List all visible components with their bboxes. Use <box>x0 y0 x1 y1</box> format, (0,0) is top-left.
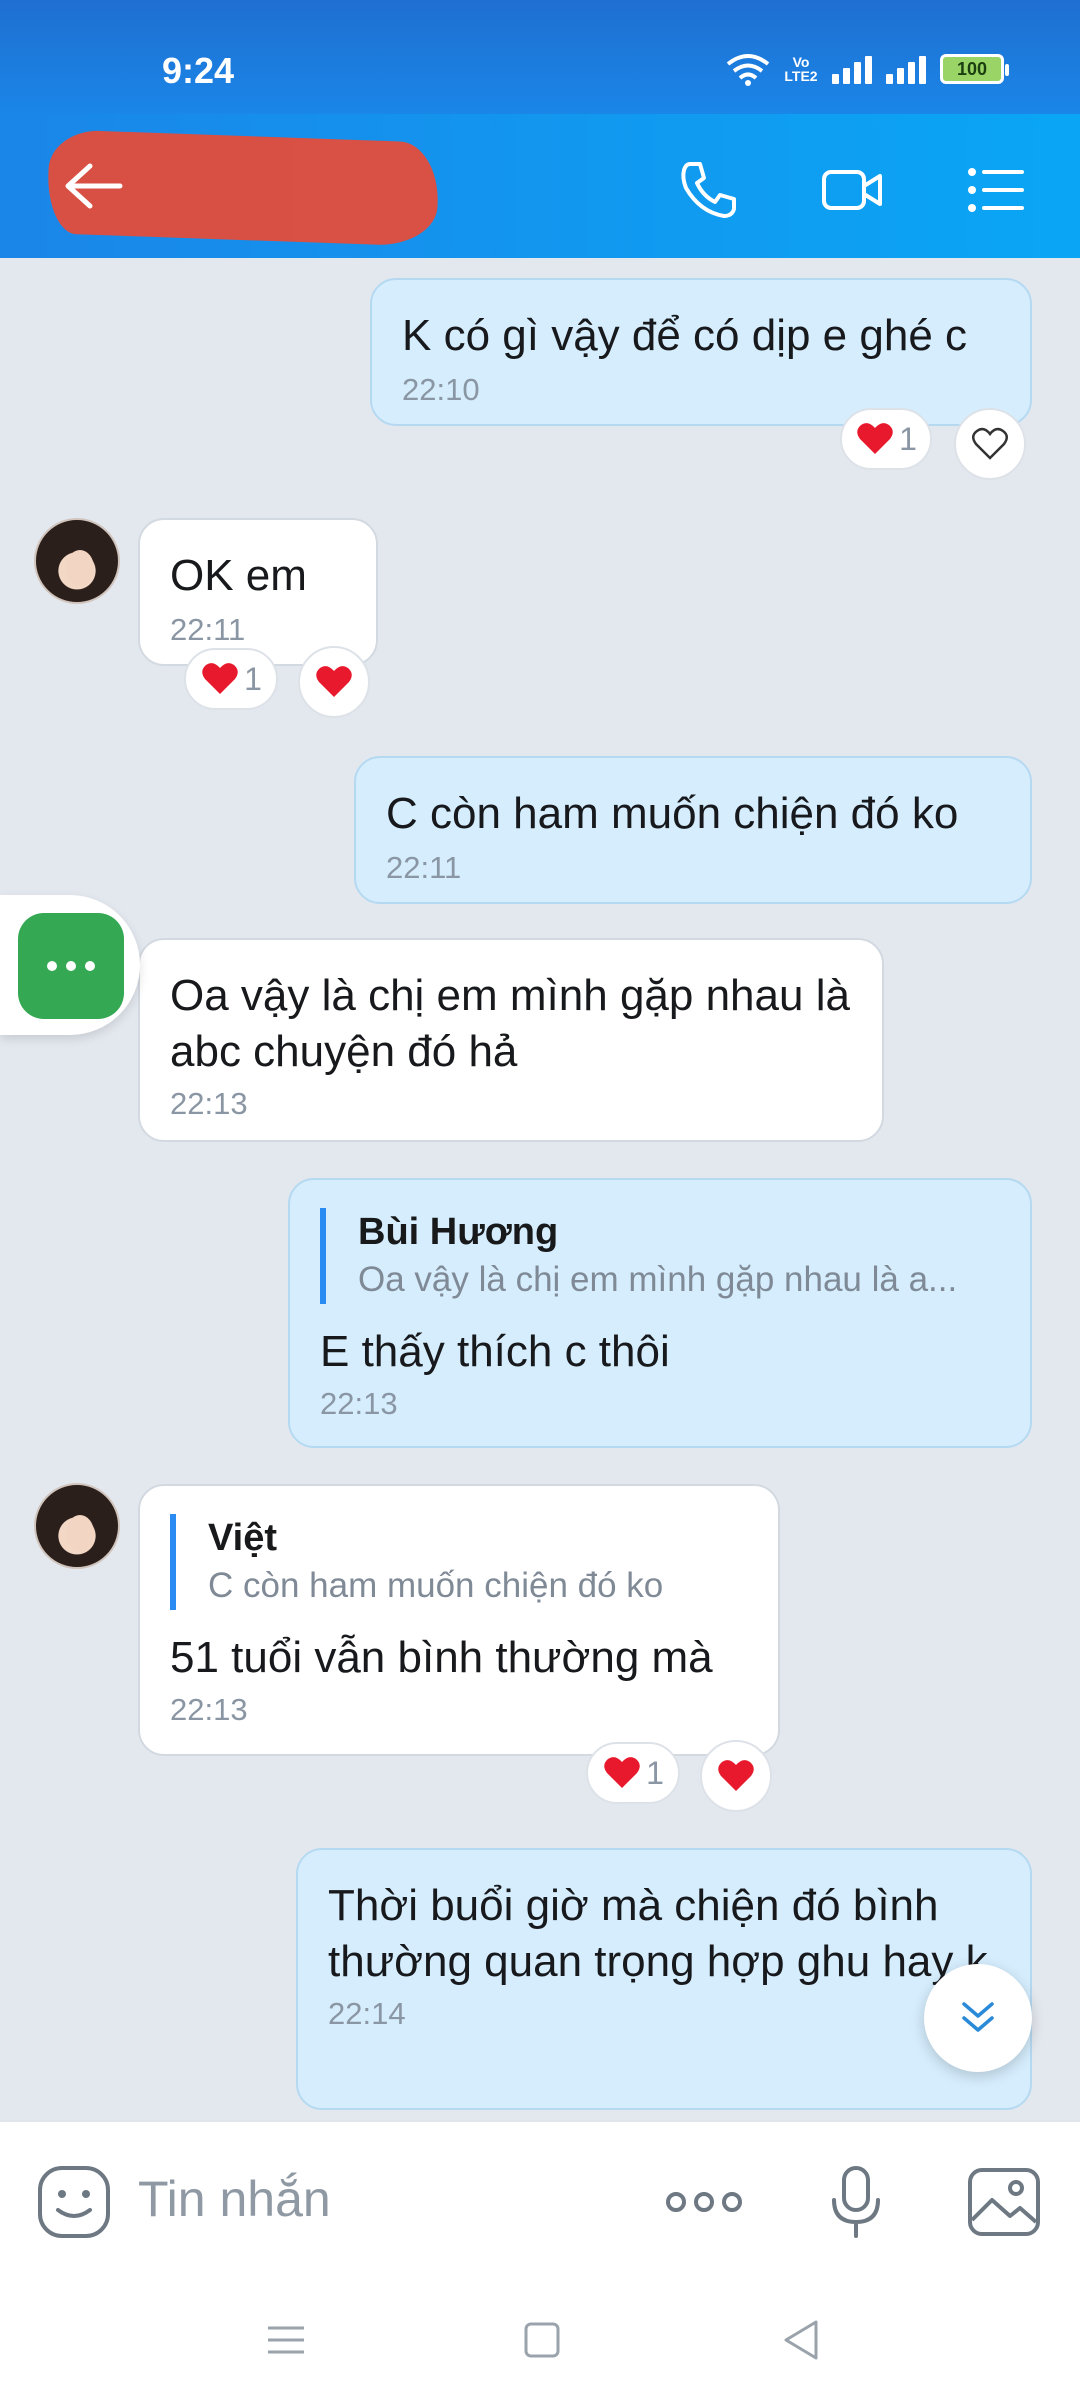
signal-1-icon <box>832 54 872 84</box>
message-text: C còn ham muốn chiện đó ko <box>386 789 959 838</box>
add-reaction-button[interactable] <box>700 1740 772 1812</box>
message-time: 22:13 <box>320 1386 398 1421</box>
outgoing-message[interactable]: Thời buổi giờ mà chiện đó bình thường qu… <box>296 1848 1032 2110</box>
reaction-count-badge[interactable]: 1 <box>586 1742 680 1804</box>
message-time: 22:11 <box>170 612 246 647</box>
system-navigation-bar <box>0 2280 1080 2400</box>
outgoing-message[interactable]: K có gì vậy để có dịp e ghé c 22:10 <box>370 278 1032 426</box>
heart-icon <box>604 1757 640 1788</box>
nav-recents-icon[interactable] <box>260 2314 312 2366</box>
menu-list-icon[interactable] <box>964 158 1028 222</box>
reaction-count: 1 <box>244 660 262 697</box>
wifi-icon <box>726 54 770 86</box>
message-time: 22:10 <box>402 372 480 407</box>
heart-icon <box>202 663 238 694</box>
message-text: K có gì vậy để có dịp e ghé c <box>402 311 968 360</box>
reaction-count-badge[interactable]: 1 <box>840 408 932 470</box>
back-arrow-icon[interactable] <box>60 154 130 218</box>
message-text: OK em <box>170 551 307 600</box>
message-time: 22:13 <box>170 1692 248 1727</box>
heart-outline-icon <box>972 427 1008 460</box>
microphone-icon[interactable] <box>818 2164 894 2240</box>
incoming-message[interactable]: Oa vậy là chị em mình gặp nhau là abc ch… <box>138 938 884 1142</box>
phone-icon[interactable] <box>676 158 740 222</box>
message-input[interactable]: Tin nhắn <box>138 2170 331 2228</box>
status-bar: 9:24 Vo LTE2 100 <box>0 0 1080 114</box>
quick-actions-button[interactable] <box>0 895 140 1035</box>
outgoing-reply-message[interactable]: Bùi Hương Oa vậy là chị em mình gặp nhau… <box>288 1178 1032 1448</box>
quoted-text: C còn ham muốn chiện đó ko <box>208 1566 664 1605</box>
reaction-count: 1 <box>646 1754 664 1791</box>
reaction-count: 1 <box>899 420 917 457</box>
nav-home-icon[interactable] <box>516 2314 568 2366</box>
message-text: E thấy thích c thôi <box>320 1327 670 1376</box>
reaction-count-badge[interactable]: 1 <box>184 648 278 710</box>
message-text: Oa vậy là chị em mình gặp nhau là abc ch… <box>170 971 850 1076</box>
scroll-down-icon <box>962 2002 994 2032</box>
message-time: 22:13 <box>170 1086 248 1121</box>
message-list[interactable]: K có gì vậy để có dịp e ghé c 22:10 1 OK… <box>0 258 1080 2120</box>
message-text: Thời buổi giờ mà chiện đó bình thường qu… <box>328 1881 988 1986</box>
image-icon[interactable] <box>966 2164 1042 2240</box>
scroll-down-button[interactable] <box>924 1964 1032 2072</box>
add-reaction-button[interactable] <box>298 646 370 718</box>
video-call-icon[interactable] <box>820 158 884 222</box>
outgoing-message[interactable]: C còn ham muốn chiện đó ko 22:11 <box>354 756 1032 904</box>
quoted-message[interactable]: Bùi Hương Oa vậy là chị em mình gặp nhau… <box>320 1208 1000 1304</box>
signal-2-icon <box>886 54 926 84</box>
more-options-icon[interactable] <box>664 2164 744 2240</box>
status-time: 9:24 <box>162 50 235 91</box>
contact-avatar[interactable] <box>34 1483 120 1569</box>
heart-icon <box>718 1760 754 1791</box>
battery-icon: 100 <box>940 54 1009 84</box>
nav-back-icon[interactable] <box>776 2314 828 2366</box>
message-composer: Tin nhắn <box>0 2120 1080 2280</box>
quoted-sender: Việt <box>208 1517 278 1559</box>
status-icons: Vo LTE2 100 <box>726 52 1009 86</box>
contact-avatar[interactable] <box>34 518 120 604</box>
message-text: 51 tuổi vẫn bình thường mà <box>170 1633 713 1682</box>
more-dots-icon <box>18 913 124 1019</box>
incoming-message[interactable]: OK em 22:11 <box>138 518 378 666</box>
incoming-reply-message[interactable]: Việt C còn ham muốn chiện đó ko 51 tuổi … <box>138 1484 780 1756</box>
chat-header <box>0 114 1080 258</box>
heart-icon <box>857 423 893 454</box>
sticker-icon[interactable] <box>36 2164 112 2240</box>
volte-label: Vo LTE2 <box>784 54 818 84</box>
add-reaction-button[interactable] <box>954 408 1026 480</box>
message-time: 22:11 <box>386 850 462 885</box>
message-time: 22:14 <box>328 1996 406 2031</box>
quoted-sender: Bùi Hương <box>358 1211 559 1253</box>
heart-icon <box>316 666 352 697</box>
quoted-message[interactable]: Việt C còn ham muốn chiện đó ko <box>170 1514 748 1610</box>
quoted-text: Oa vậy là chị em mình gặp nhau là a... <box>358 1260 958 1299</box>
